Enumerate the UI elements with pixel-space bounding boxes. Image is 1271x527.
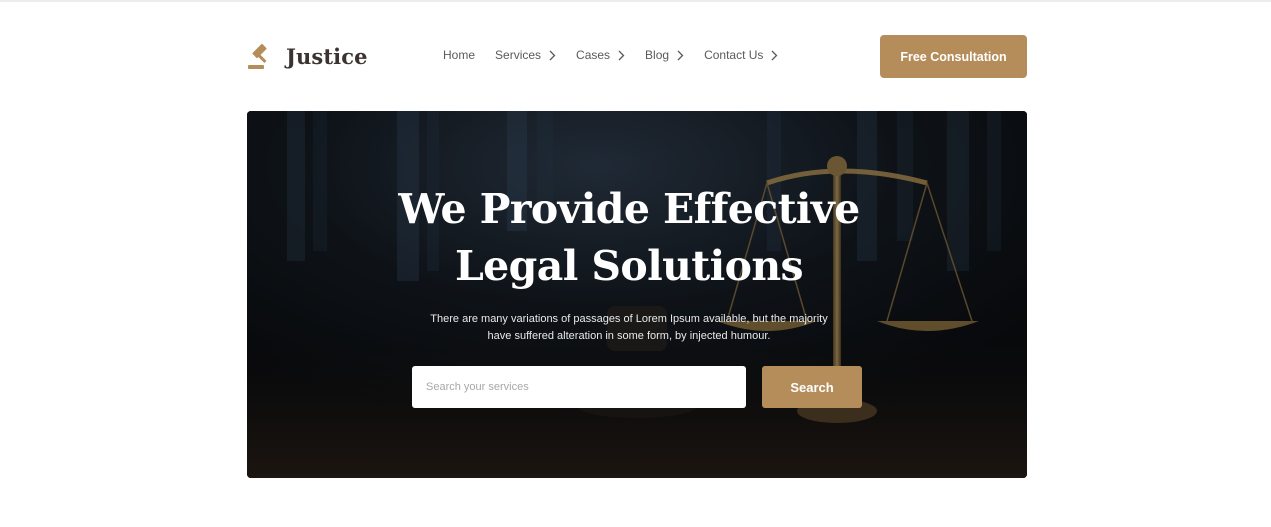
brand-name: Justice [286, 43, 368, 69]
nav-item-blog[interactable]: Blog [645, 48, 684, 62]
main-nav: Home Services Cases Blog Contact Us [443, 48, 778, 62]
nav-item-label: Services [495, 48, 542, 62]
chevron-right-icon [771, 50, 778, 60]
nav-item-contact-us[interactable]: Contact Us [704, 48, 778, 62]
site-header: Justice Home Services Cases Blog Contact… [247, 35, 1027, 78]
hero-banner: We Provide Effective Legal Solutions The… [247, 111, 1027, 478]
top-divider [0, 0, 1271, 2]
hero-title: We Provide Effective Legal Solutions [247, 181, 1011, 295]
nav-item-services[interactable]: Services [495, 48, 556, 62]
search-button[interactable]: Search [762, 366, 862, 408]
hero-title-line: We Provide Effective [398, 185, 860, 233]
free-consultation-button[interactable]: Free Consultation [880, 35, 1027, 78]
nav-item-cases[interactable]: Cases [576, 48, 625, 62]
hero-title-line: Legal Solutions [454, 242, 804, 290]
nav-item-label: Home [443, 48, 476, 62]
hero-subtitle-line: have suffered alteration in some form, b… [487, 330, 771, 342]
nav-item-home[interactable]: Home [443, 48, 475, 62]
hero-subtitle: There are many variations of passages of… [247, 311, 1011, 345]
chevron-right-icon [618, 50, 625, 60]
nav-item-label: Blog [645, 48, 670, 62]
chevron-right-icon [677, 50, 684, 60]
search-input[interactable] [412, 366, 746, 408]
gavel-icon [248, 43, 267, 69]
hero-subtitle-line: There are many variations of passages of… [430, 313, 828, 325]
nav-item-label: Contact Us [704, 48, 764, 62]
nav-item-label: Cases [576, 48, 611, 62]
chevron-right-icon [549, 50, 556, 60]
brand-logo[interactable]: Justice [247, 40, 368, 72]
